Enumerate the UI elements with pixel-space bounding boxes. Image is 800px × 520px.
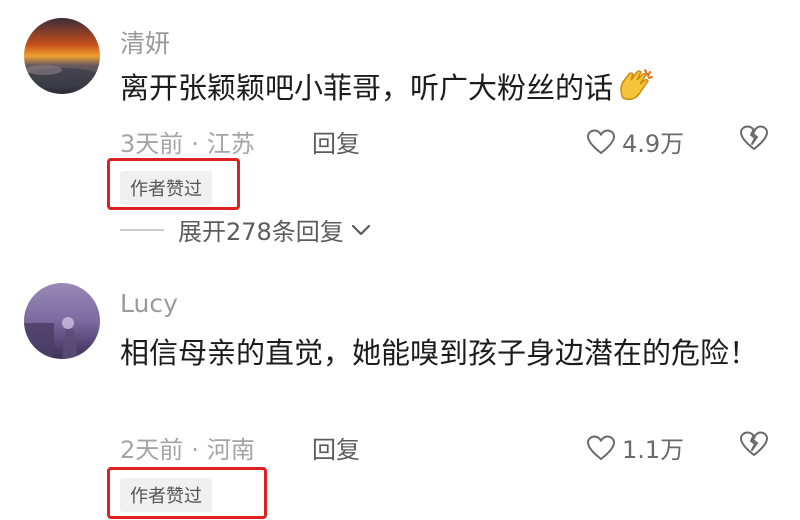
dislike-button[interactable] (738, 124, 770, 156)
divider-line (120, 228, 164, 231)
reply-button[interactable]: 回复 (312, 124, 360, 159)
like-count: 1.1万 (622, 436, 685, 464)
clapping-hands-emoji-icon (615, 68, 655, 116)
username[interactable]: 清妍 (120, 24, 170, 60)
meta-separator: · (191, 436, 199, 464)
comment-text: 离开张颖颖吧小菲哥，听广大粉丝的话 (120, 66, 780, 116)
like-button[interactable]: 4.9万 (586, 124, 684, 159)
avatar[interactable] (24, 18, 100, 94)
username[interactable]: Lucy (120, 289, 178, 318)
comment-text-body: 离开张颖颖吧小菲哥，听广大粉丝的话 (120, 71, 614, 105)
comment-meta: 3天前 · 江苏 (120, 124, 255, 159)
expand-replies-button[interactable]: 展开278条回复 (120, 212, 372, 247)
avatar[interactable] (24, 283, 100, 359)
chevron-down-icon (351, 224, 370, 235)
annotation-highlight-box (107, 158, 240, 210)
reply-button[interactable]: 回复 (312, 430, 360, 465)
like-count: 4.9万 (622, 130, 685, 158)
expand-replies-label: 展开278条回复 (178, 218, 344, 246)
heart-icon (586, 128, 616, 154)
like-button[interactable]: 1.1万 (586, 430, 684, 465)
comment-time: 3天前 (120, 130, 184, 158)
annotation-highlight-box (107, 467, 267, 519)
meta-separator: · (191, 130, 199, 158)
dislike-button[interactable] (738, 430, 770, 462)
comment-time: 2天前 (120, 436, 184, 464)
comment-location: 河南 (206, 436, 255, 464)
broken-heart-icon (740, 431, 768, 456)
broken-heart-icon (740, 125, 768, 150)
comment-text: 相信母亲的直觉，她能嗅到孩子身边潜在的危险！ (120, 336, 759, 370)
heart-icon (586, 434, 616, 460)
comment-meta: 2天前 · 河南 (120, 430, 255, 465)
comment-location: 江苏 (206, 130, 255, 158)
